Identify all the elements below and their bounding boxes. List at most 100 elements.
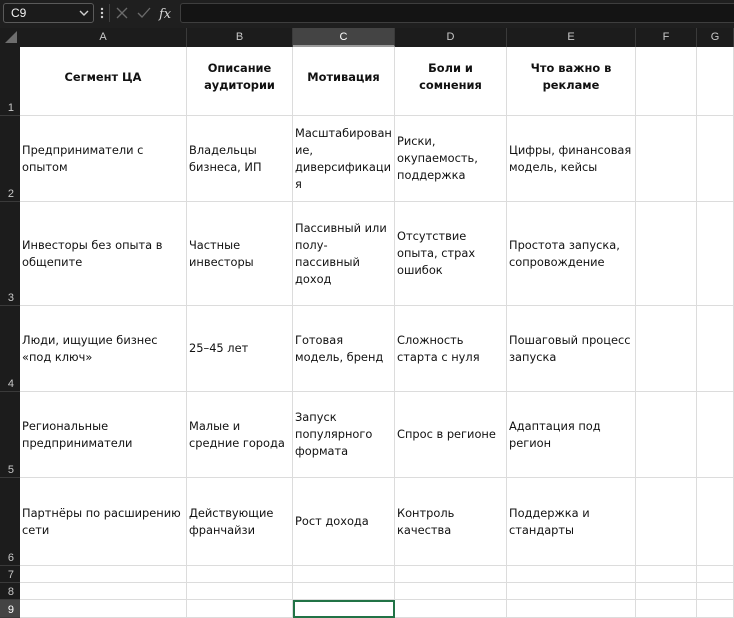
cell-B5[interactable]: Малые и средние города [187, 392, 293, 478]
column-header-C[interactable]: C [293, 28, 395, 47]
column-header-D[interactable]: D [395, 28, 507, 47]
cell-E3[interactable]: Простота запуска, сопровождение [507, 202, 636, 306]
row-header-6[interactable]: 6 [0, 478, 20, 566]
cell-C1[interactable]: Мотивация [293, 47, 395, 116]
row-header-5[interactable]: 5 [0, 392, 20, 478]
cell-F1[interactable] [636, 47, 697, 116]
cell-E5[interactable]: Адаптация под регион [507, 392, 636, 478]
cell-G9[interactable] [697, 600, 734, 618]
cell-F2[interactable] [636, 116, 697, 202]
name-box[interactable]: C9 [3, 3, 94, 23]
cell-F7[interactable] [636, 566, 697, 583]
cell-C2[interactable]: Масштабирование, диверсификация [293, 116, 395, 202]
cell-F3[interactable] [636, 202, 697, 306]
cell-A2[interactable]: Предприниматели с опытом [20, 116, 187, 202]
cell-D2[interactable]: Риски, окупаемость, поддержка [395, 116, 507, 202]
row-header-7[interactable]: 7 [0, 566, 20, 583]
cell-D7[interactable] [395, 566, 507, 583]
cell-A5[interactable]: Региональные предприниматели [20, 392, 187, 478]
cell-D8[interactable] [395, 583, 507, 600]
cell-B2[interactable]: Владельцы бизнеса, ИП [187, 116, 293, 202]
cell-F4[interactable] [636, 306, 697, 392]
cell-D5[interactable]: Спрос в регионе [395, 392, 507, 478]
cancel-icon[interactable] [114, 4, 130, 22]
formula-input[interactable] [180, 3, 734, 23]
cell-G2[interactable] [697, 116, 734, 202]
function-icon[interactable]: fx [157, 3, 175, 23]
cell-B4[interactable]: 25–45 лет [187, 306, 293, 392]
column-header-B[interactable]: B [187, 28, 293, 47]
cell-B9[interactable] [187, 600, 293, 618]
cell-B8[interactable] [187, 583, 293, 600]
cell-E9[interactable] [507, 600, 636, 618]
cell-text: Региональные предприниматели [22, 418, 133, 450]
cell-A6[interactable]: Партнёры по расширению сети [20, 478, 187, 566]
cell-A9[interactable] [20, 600, 187, 618]
cell-G3[interactable] [697, 202, 734, 306]
cell-C9[interactable] [293, 600, 395, 618]
enter-icon[interactable] [136, 4, 152, 22]
row-header-4[interactable]: 4 [0, 306, 20, 392]
cell-C5[interactable]: Запуск популярного формата [293, 392, 395, 478]
select-all-corner[interactable] [0, 28, 20, 47]
row-number: 1 [7, 102, 14, 114]
formula-bar-divider [109, 4, 110, 22]
cell-C3[interactable]: Пассивный или полу-пассивный доход [293, 202, 395, 306]
cell-C6[interactable]: Рост дохода [293, 478, 395, 566]
cell-E1[interactable]: Что важно в рекламе [507, 47, 636, 116]
cell-D4[interactable]: Сложность старта с нуля [395, 306, 507, 392]
cell-text: Рост дохода [295, 514, 369, 528]
cell-B7[interactable] [187, 566, 293, 583]
row-header-2[interactable]: 2 [0, 116, 20, 202]
cell-C7[interactable] [293, 566, 395, 583]
row-header-9[interactable]: 9 [0, 600, 20, 618]
cell-C4[interactable]: Готовая модель, бренд [293, 306, 395, 392]
cell-G7[interactable] [697, 566, 734, 583]
cell-E2[interactable]: Цифры, финансовая модель, кейсы [507, 116, 636, 202]
row-header-1[interactable]: 1 [0, 47, 20, 116]
row-header-3[interactable]: 3 [0, 202, 20, 306]
cell-E8[interactable] [507, 583, 636, 600]
row-header-8[interactable]: 8 [0, 583, 20, 600]
cell-F8[interactable] [636, 583, 697, 600]
cell-G6[interactable] [697, 478, 734, 566]
column-header-F[interactable]: F [636, 28, 697, 47]
chevron-down-icon[interactable] [78, 6, 90, 20]
cell-B6[interactable]: Действующие франчайзи [187, 478, 293, 566]
cell-D3[interactable]: Отсутствие опыта, страх ошибок [395, 202, 507, 306]
cell-D6[interactable]: Контроль качества [395, 478, 507, 566]
cell-text: Действующие франчайзи [189, 505, 274, 537]
cell-A3[interactable]: Инвесторы без опыта в общепите [20, 202, 187, 306]
cell-D1[interactable]: Боли и сомнения [395, 47, 507, 116]
cell-G4[interactable] [697, 306, 734, 392]
cell-A4[interactable]: Люди, ищущие бизнес «под ключ» [20, 306, 187, 392]
formula-bar: C9 fx [0, 0, 734, 28]
cell-B3[interactable]: Частные инвесторы [187, 202, 293, 306]
cell-A1[interactable]: Сегмент ЦА [20, 47, 187, 116]
row-number: 8 [7, 586, 14, 598]
cell-text: Инвесторы без опыта в общепите [22, 237, 163, 269]
row-number: 4 [7, 378, 14, 390]
svg-text:fx: fx [158, 7, 172, 22]
cell-C8[interactable] [293, 583, 395, 600]
column-header-G[interactable]: G [697, 28, 734, 47]
cell-E7[interactable] [507, 566, 636, 583]
cell-D9[interactable] [395, 600, 507, 618]
cell-G5[interactable] [697, 392, 734, 478]
column-title: Что важно в рекламе [530, 61, 612, 92]
cell-A8[interactable] [20, 583, 187, 600]
kebab-icon[interactable] [99, 6, 105, 20]
cell-G1[interactable] [697, 47, 734, 116]
cell-E6[interactable]: Поддержка и стандарты [507, 478, 636, 566]
cell-F9[interactable] [636, 600, 697, 618]
cell-E4[interactable]: Пошаговый процесс запуска [507, 306, 636, 392]
cell-B1[interactable]: Описание аудитории [187, 47, 293, 116]
cell-A7[interactable] [20, 566, 187, 583]
cell-text: Партнёры по расширению сети [22, 505, 181, 537]
column-header-A[interactable]: A [20, 28, 187, 47]
select-all-triangle-icon [5, 31, 17, 43]
cell-G8[interactable] [697, 583, 734, 600]
column-header-E[interactable]: E [507, 28, 636, 47]
cell-F5[interactable] [636, 392, 697, 478]
cell-F6[interactable] [636, 478, 697, 566]
